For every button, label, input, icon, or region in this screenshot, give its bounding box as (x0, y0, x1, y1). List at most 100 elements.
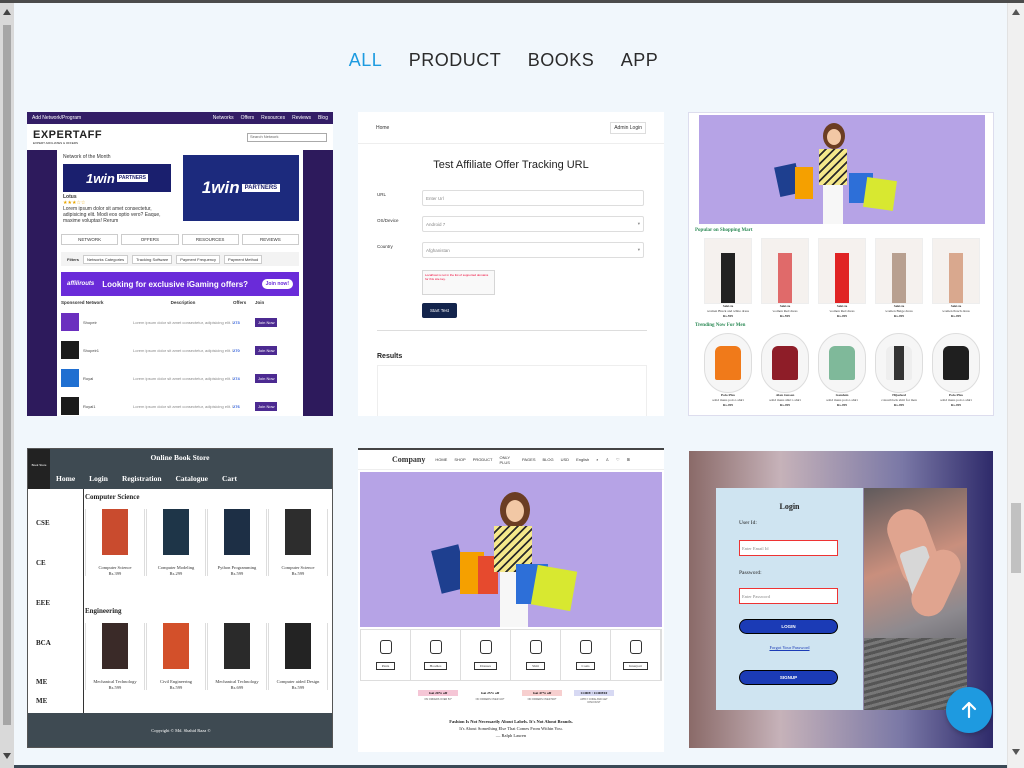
category-coats[interactable]: Coats (561, 630, 611, 680)
category-hoodies[interactable]: Hoodies (411, 630, 461, 680)
product-card[interactable]: Alan Jonson solid mens shirt t-shirt Rs.49… (761, 333, 809, 408)
product-card[interactable]: Gandem solid mens polo t-shirt Rs.499 (818, 333, 866, 408)
os-select[interactable]: Android 7 ▾ (422, 216, 644, 232)
filter-all[interactable]: ALL (349, 50, 383, 71)
nav-offers[interactable]: Offers (241, 115, 255, 121)
recaptcha-widget[interactable]: Localhost is not in the list of supporte… (422, 270, 495, 295)
password-field[interactable]: Enter Password (739, 588, 838, 604)
nav-catalogue[interactable]: Catalogue (176, 474, 209, 483)
sidebar-item-ce[interactable]: CE (36, 559, 46, 567)
sidebar-item-cse[interactable]: CSE (36, 519, 50, 527)
nav-pages[interactable]: PAGES (522, 457, 536, 462)
book-card[interactable]: Computer Modeling Rs.299 (146, 509, 206, 576)
company-logo[interactable]: Company (392, 455, 425, 464)
book-card[interactable]: Computer Science Rs.599 (268, 509, 328, 576)
book-card[interactable]: Computer aided Design Rs.599 (268, 623, 328, 690)
filter-payment-method[interactable]: Payment Method (224, 254, 263, 264)
nav-product[interactable]: PRODUCT (473, 457, 493, 462)
nav-shop[interactable]: SHOP (454, 457, 465, 462)
right-scrollbar[interactable] (1007, 3, 1024, 768)
start-test-button[interactable]: Start Test (422, 303, 457, 318)
product-card[interactable]: Polo Plus solid mens polo t-shirt Rs.499 (704, 333, 752, 408)
book-card[interactable]: Python Programming Rs.599 (207, 509, 267, 576)
join-button[interactable]: Join Now (255, 317, 278, 327)
nav-blog[interactable]: BLOG (543, 457, 554, 462)
nav-registration[interactable]: Registration (122, 474, 162, 483)
filter-payment-frequency[interactable]: Payment Frequency (176, 254, 221, 264)
nav-login[interactable]: Login (89, 474, 108, 483)
add-network-link[interactable]: Add Network/Program (32, 115, 81, 121)
url-input[interactable]: Enter Url (422, 190, 644, 206)
portfolio-card-fashion[interactable]: Popular on Shopping Mart Saki-ia women Bl… (688, 112, 994, 416)
category-pants[interactable]: Pants (361, 630, 411, 680)
cart-icon[interactable]: ⊞ (627, 457, 630, 462)
nav-cart[interactable]: Cart (222, 474, 237, 483)
product-card[interactable]: Saki-ia women Peach dress Rs.499 (932, 238, 980, 319)
search-icon[interactable]: ⌕ (596, 457, 598, 462)
product-card[interactable]: Hijacked colourblock shirt for men Rs.499 (875, 333, 923, 408)
book-card[interactable]: Mechanical Technology Rs.599 (85, 623, 145, 690)
country-select[interactable]: Afghanistan ▾ (422, 242, 644, 258)
filter-books[interactable]: BOOKS (528, 50, 595, 71)
ad-banner[interactable]: affilirouts Looking for exclusive iGamin… (61, 272, 299, 296)
offer-tile[interactable]: Get 20% off ON ORDERS OVER 50* (418, 690, 458, 704)
category-innerpart[interactable]: Innerpart (611, 630, 661, 680)
tab-network[interactable]: NETWORK (61, 234, 119, 245)
filter-app[interactable]: APP (621, 50, 659, 71)
nav-networks[interactable]: Networks (213, 115, 234, 121)
sidebar-item-eee[interactable]: EEE (36, 599, 50, 607)
sidebar-item-bca[interactable]: BCA (36, 639, 51, 647)
scrollbar-thumb[interactable] (1011, 503, 1021, 573)
book-card[interactable]: Mechanical Technology Rs.699 (207, 623, 267, 690)
scroll-up-arrow-icon[interactable] (3, 9, 11, 15)
scroll-up-arrow-icon[interactable] (1012, 9, 1020, 15)
category-shirt[interactable]: Shirt (511, 630, 561, 680)
product-card[interactable]: Saki-ia women Red dress Rs.499 (818, 238, 866, 319)
offer-tile[interactable]: CODE : CODE10 APPLY CODE AND GET DISCOUNT (574, 690, 614, 704)
nav-only-plus[interactable]: ONLY PLUS (499, 455, 515, 465)
tab-reviews[interactable]: REVIEWS (241, 234, 299, 245)
nav-home[interactable]: Home (56, 474, 75, 483)
offer-tile[interactable]: Get 47% off ON ORDERS OVER 500* (522, 690, 562, 704)
filter-network-categories[interactable]: Networks Categories (83, 254, 129, 264)
left-scrollbar[interactable] (0, 3, 14, 768)
join-button[interactable]: Join Now (255, 401, 278, 411)
search-input[interactable]: Search Network (247, 132, 327, 142)
scrollbar-thumb[interactable] (3, 25, 11, 725)
category-dresses[interactable]: Dresses (461, 630, 511, 680)
nav-resources[interactable]: Resources (261, 115, 285, 121)
ad-join-button[interactable]: Join now! (261, 279, 293, 289)
nav-home[interactable]: HOME (435, 457, 447, 462)
filter-tracking-software[interactable]: Tracking Software (132, 254, 173, 264)
heart-icon[interactable]: ♡ (616, 457, 620, 462)
portfolio-card-tracking[interactable]: Home Admin Login Test Affiliate Offer Tr… (358, 112, 664, 416)
join-button[interactable]: Join Now (255, 373, 278, 383)
user-icon[interactable]: ♙ (605, 457, 609, 462)
product-card[interactable]: Polo Plus solid mens polo t-shirt Rs.499 (932, 333, 980, 408)
nav-reviews[interactable]: Reviews (292, 115, 311, 121)
scroll-to-top-button[interactable] (946, 687, 992, 733)
portfolio-card-company[interactable]: Company HOME SHOP PRODUCT ONLY PLUS PAGE… (358, 448, 664, 752)
product-card[interactable]: Saki-ia women Red dress Rs.599 (761, 238, 809, 319)
scroll-down-arrow-icon[interactable] (3, 753, 11, 759)
currency-select[interactable]: USD (561, 457, 569, 462)
portfolio-card-expertaff[interactable]: Add Network/Program Networks Offers Reso… (27, 112, 333, 416)
admin-login-button[interactable]: Admin Login (610, 121, 646, 134)
book-card[interactable]: Civil Engineering Rs.599 (146, 623, 206, 690)
offer-tile[interactable]: Get 25% off ON ORDERS OVER 100* (470, 690, 510, 704)
language-select[interactable]: English (576, 457, 589, 462)
filter-product[interactable]: PRODUCT (409, 50, 502, 71)
tab-offers[interactable]: OFFERS (121, 234, 179, 245)
nav-home[interactable]: Home (376, 125, 389, 131)
scroll-down-arrow-icon[interactable] (1012, 749, 1020, 755)
join-button[interactable]: Join Now (255, 345, 278, 355)
login-button[interactable]: LOGIN (739, 619, 838, 634)
product-card[interactable]: Saki-ia women Black and white dress Rs.599 (704, 238, 752, 319)
portfolio-card-bookstore[interactable]: Book Store Online Book Store Home Login … (27, 448, 333, 748)
nav-blog[interactable]: Blog (318, 115, 328, 121)
book-card[interactable]: Computer Science Rs.399 (85, 509, 145, 576)
brand-banner[interactable]: 1win PARTNERS (183, 155, 299, 221)
signup-button[interactable]: SIGNUP (739, 670, 838, 685)
sidebar-item-me[interactable]: ME (36, 678, 47, 686)
forgot-password-link[interactable]: Forgot Your Password (716, 645, 863, 650)
